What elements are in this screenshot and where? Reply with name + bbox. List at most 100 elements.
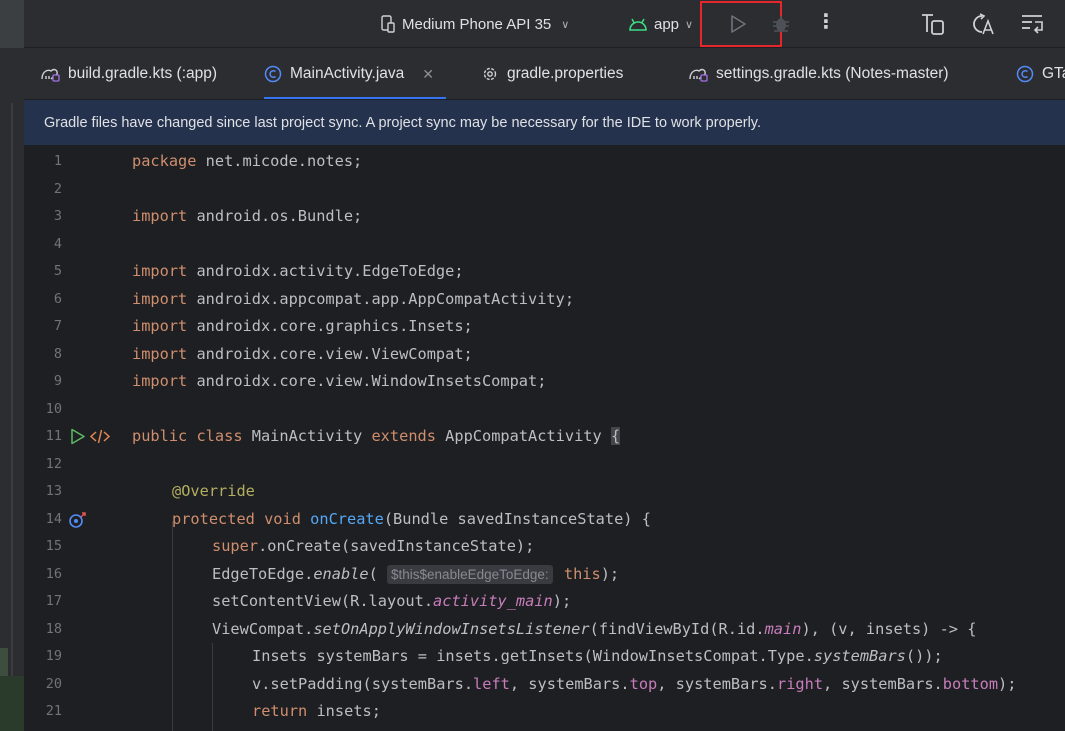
device-manager-icon[interactable]: [920, 12, 946, 36]
code-text: v.setPadding(systemBars.left, systemBars…: [252, 674, 1017, 693]
editor-tabs: build.gradle.kts (:app) MainActivity.jav…: [24, 48, 1065, 100]
line-number: 12: [45, 455, 62, 472]
override-method-icon[interactable]: [68, 511, 88, 529]
run-configuration-label: app: [654, 15, 680, 33]
code-line: 17 setContentView(R.layout.activity_main…: [24, 588, 1065, 616]
structure-list-icon[interactable]: [1020, 12, 1046, 36]
code-line: 5 import androidx.activity.EdgeToEdge;: [24, 258, 1065, 286]
tab-label: gradle.properties: [507, 65, 624, 82]
line-number: 6: [53, 290, 62, 307]
chevron-down-icon: ∨: [561, 18, 570, 31]
line-number: 21: [45, 703, 62, 719]
code-text: import android.os.Bundle;: [132, 207, 363, 225]
tab-gradle-properties[interactable]: gradle.properties: [481, 48, 624, 99]
code-line: 6 import androidx.appcompat.app.AppCompa…: [24, 286, 1065, 314]
line-number: 20: [45, 675, 62, 692]
line-number: 13: [45, 483, 62, 499]
line-number: 3: [53, 208, 62, 224]
line-number: 4: [53, 235, 62, 252]
code-text: EdgeToEdge.enable( $this$enableEdgeToEdg…: [212, 564, 620, 584]
line-number: 9: [53, 373, 62, 389]
gradle-icon: [41, 68, 60, 82]
code-line: 15 super.onCreate(savedInstanceState);: [24, 533, 1065, 561]
line-number: 5: [53, 263, 62, 279]
code-line: 18 ViewCompat.setOnApplyWindowInsetsList…: [24, 616, 1065, 644]
chevron-down-icon: ∨: [685, 18, 694, 31]
code-line: 20 v.setPadding(systemBars.left, systemB…: [24, 671, 1065, 699]
rail-divider: [11, 103, 13, 693]
toolbar-left-strip: [0, 0, 24, 48]
code-editor[interactable]: 1 package net.micode.notes; 2 3 import a…: [24, 146, 1065, 731]
code-line: 10: [24, 396, 1065, 424]
device-selector[interactable]: Medium Phone API 35 ∨: [380, 12, 569, 36]
left-tool-rail: [0, 48, 24, 731]
java-class-icon: [264, 65, 282, 83]
device-selector-label: Medium Phone API 35: [402, 15, 552, 33]
code-text: package net.micode.notes;: [132, 152, 363, 170]
code-line: 12: [24, 451, 1065, 479]
main-toolbar: Medium Phone API 35 ∨ app ∨ ⋮: [0, 0, 1065, 48]
run-configuration-selector[interactable]: app ∨: [628, 12, 693, 36]
code-line: 2: [24, 176, 1065, 204]
code-line: 9 import androidx.core.view.WindowInsets…: [24, 368, 1065, 396]
more-options-icon[interactable]: ⋮: [816, 12, 836, 32]
code-line: 1 package net.micode.notes;: [24, 148, 1065, 176]
line-number: 10: [45, 400, 62, 417]
code-text: @Override: [172, 482, 255, 500]
tab-label: MainActivity.java: [290, 65, 405, 82]
code-text: protected void onCreate(Bundle savedInst…: [172, 509, 651, 528]
close-icon[interactable]: ✕: [422, 66, 434, 83]
banner-message: Gradle files have changed since last pro…: [44, 114, 762, 131]
code-line: 8 import androidx.core.view.ViewCompat;: [24, 341, 1065, 369]
translate-icon[interactable]: [970, 12, 996, 36]
line-number: 7: [53, 318, 62, 334]
tab-label: settings.gradle.kts (Notes-master): [716, 65, 949, 82]
code-line: 3 import android.os.Bundle;: [24, 203, 1065, 231]
code-text: import androidx.activity.EdgeToEdge;: [132, 262, 464, 280]
parameter-hint: $this$enableEdgeToEdge:: [387, 564, 553, 584]
code-text: ViewCompat.setOnApplyWindowInsetsListene…: [212, 619, 977, 638]
gradle-sync-banner: Gradle files have changed since last pro…: [24, 100, 1065, 146]
line-number: 11: [45, 428, 62, 444]
code-text: super.onCreate(savedInstanceState);: [212, 537, 535, 555]
java-class-icon: [1016, 65, 1034, 83]
phone-device-icon: [381, 15, 395, 33]
debug-bug-icon[interactable]: [770, 13, 792, 35]
tab-gta[interactable]: GTa: [1016, 48, 1065, 99]
code-line: 13 @Override: [24, 478, 1065, 506]
code-text: return insets;: [252, 702, 381, 720]
code-text: import androidx.core.graphics.Insets;: [132, 317, 473, 335]
line-number: 2: [53, 180, 62, 197]
line-number: 17: [45, 593, 62, 609]
code-line: 4: [24, 231, 1065, 259]
code-tag-icon[interactable]: [90, 428, 110, 445]
code-text: Insets systemBars = insets.getInsets(Win…: [252, 647, 943, 665]
code-text: import androidx.core.view.ViewCompat;: [132, 344, 473, 363]
code-line: 19 Insets systemBars = insets.getInsets(…: [24, 643, 1065, 671]
line-number: 1: [53, 153, 62, 169]
tab-build-gradle-app[interactable]: build.gradle.kts (:app): [40, 48, 218, 99]
gear-icon: [483, 67, 497, 81]
code-text: setContentView(R.layout.activity_main);: [212, 592, 572, 610]
run-play-icon[interactable]: [729, 14, 747, 34]
line-number: 14: [45, 510, 62, 527]
code-text: public class MainActivity extends AppCom…: [132, 427, 621, 445]
run-gutter-icon[interactable]: [70, 428, 86, 445]
code-line: 21 return insets;: [24, 698, 1065, 726]
tab-main-activity[interactable]: MainActivity.java ✕: [264, 48, 447, 99]
gradle-icon: [689, 68, 708, 82]
line-number: 8: [53, 345, 62, 362]
code-line: 16 EdgeToEdge.enable( $this$enableEdgeTo…: [24, 561, 1065, 589]
rail-marker: [0, 648, 8, 676]
line-number: 19: [45, 648, 62, 664]
line-number: 15: [45, 538, 62, 554]
android-icon: [629, 18, 647, 31]
code-line: 14 protected void onCreate(Bundle savedI…: [24, 506, 1065, 534]
code-text: import androidx.appcompat.app.AppCompatA…: [132, 289, 575, 308]
tab-settings-gradle[interactable]: settings.gradle.kts (Notes-master): [688, 48, 949, 99]
line-number: 18: [45, 620, 62, 637]
tab-label: GTa: [1042, 65, 1065, 82]
code-line: 7 import androidx.core.graphics.Insets;: [24, 313, 1065, 341]
line-number: 16: [45, 565, 62, 582]
tab-label: build.gradle.kts (:app): [68, 65, 218, 82]
